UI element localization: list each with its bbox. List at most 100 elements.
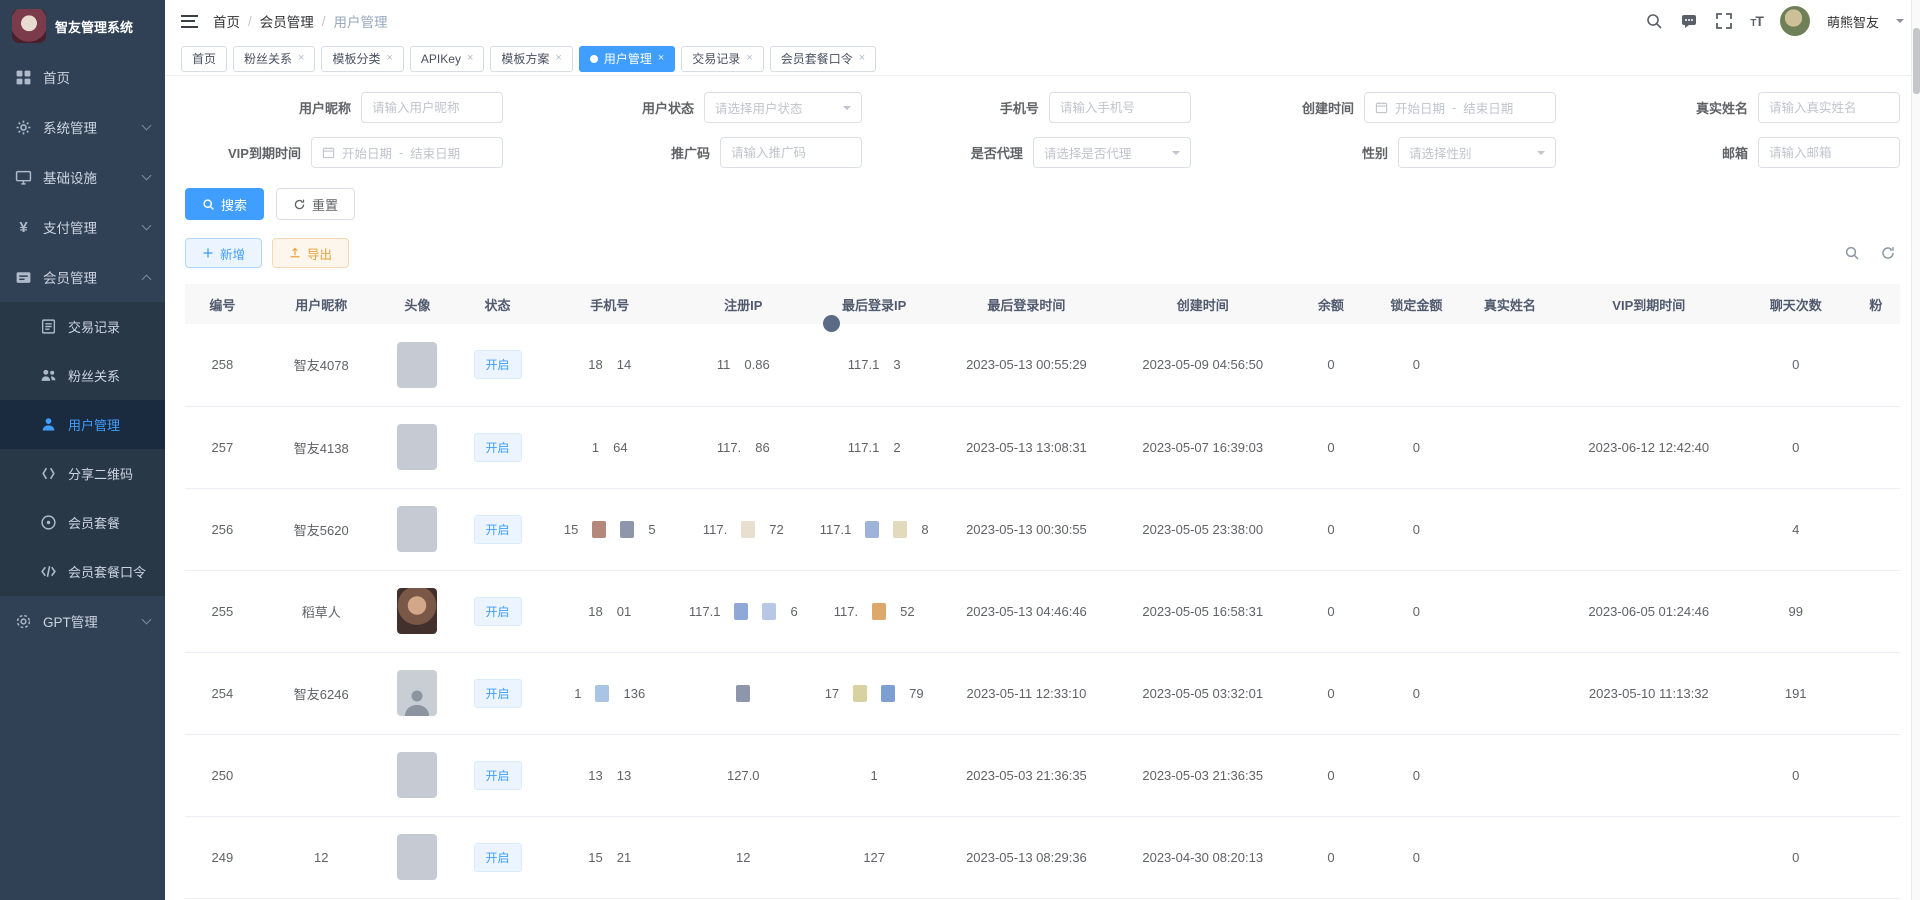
tab-会员套餐口令[interactable]: 会员套餐口令 ×	[770, 46, 876, 72]
cell-avatar	[383, 816, 452, 898]
tab-close-icon[interactable]: ×	[467, 53, 473, 64]
sidebar-subitem-code[interactable]: 会员套餐口令	[0, 547, 165, 596]
reset-button[interactable]: 重置	[276, 188, 355, 220]
filter-input[interactable]	[361, 92, 503, 123]
add-button[interactable]: 新增	[185, 238, 262, 268]
table-row[interactable]: 257智友4138开启164117.86117.122023-05-13 13:…	[185, 406, 1900, 488]
fullscreen-icon[interactable]	[1715, 12, 1733, 30]
sidebar-subitem-qrcode[interactable]: 分享二维码	[0, 449, 165, 498]
tab-用户管理[interactable]: 用户管理×	[579, 46, 675, 72]
sidebar-item-label: 基础设施	[43, 167, 97, 187]
filter-input[interactable]	[720, 137, 862, 168]
search-button[interactable]: 搜索	[185, 188, 264, 220]
page-scrollbar-thumb[interactable]	[1913, 28, 1920, 94]
table-body: 258智友4078开启1814110.86117.132023-05-13 00…	[185, 324, 1900, 898]
tab-交易记录[interactable]: 交易记录×	[681, 46, 763, 72]
value-fragment: 12	[736, 850, 750, 865]
sidebar-item-monitor[interactable]: 基础设施	[0, 152, 165, 202]
table-search-icon[interactable]	[1844, 245, 1860, 261]
column-header-真实姓名: 真实姓名	[1462, 284, 1558, 324]
table-row[interactable]: 255稻草人开启1801117.16117.522023-05-13 04:46…	[185, 570, 1900, 652]
sidebar-item-label: 交易记录	[68, 317, 120, 336]
sidebar-item-members[interactable]: 会员管理	[0, 252, 165, 302]
table-actions: 新增 导出	[185, 238, 1900, 268]
sidebar-subitem-record[interactable]: 交易记录	[0, 302, 165, 351]
sidebar-subitem-fans[interactable]: 粉丝关系	[0, 351, 165, 400]
table-row[interactable]: 256智友5620开启155117.72117.182023-05-13 00:…	[185, 488, 1900, 570]
cell-nickname: 12	[260, 816, 383, 898]
tab-首页[interactable]: 首页	[181, 46, 227, 72]
censor-block	[872, 603, 886, 620]
sidebar-collapse-icon[interactable]	[181, 15, 198, 28]
cell-locked-amount: 0	[1371, 570, 1462, 652]
sidebar-subitem-package[interactable]: 会员套餐	[0, 498, 165, 547]
cell-id: 254	[185, 652, 260, 734]
tab-close-icon[interactable]: ×	[555, 53, 561, 64]
cell-realname	[1462, 324, 1558, 406]
filter-input[interactable]	[1758, 92, 1900, 123]
sidebar-submenu: 交易记录粉丝关系用户管理分享二维码会员套餐会员套餐口令	[0, 302, 165, 596]
sidebar-item-yen[interactable]: ¥支付管理	[0, 202, 165, 252]
user-avatar[interactable]	[1780, 6, 1810, 36]
tab-模板方案[interactable]: 模板方案×	[490, 46, 572, 72]
filter-input-field[interactable]	[1769, 101, 1889, 115]
table-row[interactable]: 24912开启1521121272023-05-13 08:29:362023-…	[185, 816, 1900, 898]
value-fragment: 18	[588, 604, 602, 619]
filter-daterange[interactable]: 开始日期-结束日期	[311, 137, 503, 168]
tab-close-icon[interactable]: ×	[298, 53, 304, 64]
column-header-头像: 头像	[383, 284, 452, 324]
filter-input-field[interactable]	[1769, 146, 1889, 160]
filter-select[interactable]: 请选择是否代理	[1033, 137, 1191, 168]
filter-select[interactable]: 请选择用户状态	[704, 92, 862, 123]
filter-daterange[interactable]: 开始日期-结束日期	[1364, 92, 1556, 123]
table-row[interactable]: 258智友4078开启1814110.86117.132023-05-13 00…	[185, 324, 1900, 406]
filter-input-field[interactable]	[372, 101, 492, 115]
sidebar-item-label: 系统管理	[43, 117, 97, 137]
tab-close-icon[interactable]: ×	[746, 53, 752, 64]
filter-VIP到期时间: VIP到期时间开始日期-结束日期	[185, 137, 503, 168]
filter-label: 手机号	[1000, 98, 1039, 117]
filter-是否代理: 是否代理请选择是否代理	[888, 137, 1191, 168]
tab-label: 首页	[192, 50, 216, 67]
filter-label: 是否代理	[971, 143, 1023, 162]
breadcrumb: 首页/会员管理/用户管理	[213, 11, 388, 31]
sidebar-subitem-user[interactable]: 用户管理	[0, 400, 165, 449]
font-size-icon[interactable]: TT	[1750, 13, 1763, 29]
value-fragment: 15	[564, 522, 578, 537]
sidebar-item-dashboard[interactable]: 首页	[0, 52, 165, 102]
value-fragment: 117.1	[689, 604, 721, 619]
filter-input-field[interactable]	[1060, 101, 1180, 115]
tab-close-icon[interactable]: ×	[658, 53, 664, 64]
value-fragment: 86	[755, 440, 769, 455]
sidebar-item-gpt[interactable]: GPT管理	[0, 596, 165, 646]
tab-close-icon[interactable]: ×	[859, 53, 865, 64]
filter-select[interactable]: 请选择性别	[1398, 137, 1556, 168]
breadcrumb-item[interactable]: 首页	[213, 11, 240, 31]
message-icon[interactable]	[1680, 12, 1698, 30]
filter-input[interactable]	[1049, 92, 1191, 123]
page-scrollbar[interactable]	[1911, 0, 1920, 900]
tab-label: 会员套餐口令	[781, 50, 853, 67]
breadcrumb-item[interactable]: 会员管理	[260, 11, 314, 31]
daterange-start-placeholder: 开始日期	[1395, 98, 1445, 117]
table-row[interactable]: 250开启1313127.012023-05-03 21:36:352023-0…	[185, 734, 1900, 816]
user-menu-caret-icon[interactable]	[1896, 19, 1904, 27]
table-refresh-icon[interactable]	[1880, 245, 1896, 261]
table-row[interactable]: 254智友6246开启113617792023-05-11 12:33:1020…	[185, 652, 1900, 734]
sidebar-item-gear[interactable]: 系统管理	[0, 102, 165, 152]
tab-粉丝关系[interactable]: 粉丝关系×	[233, 46, 315, 72]
cell-vip-expire: 2023-06-05 01:24:46	[1558, 570, 1740, 652]
filter-input-field[interactable]	[731, 146, 851, 160]
value-fragment: 52	[900, 604, 914, 619]
cell-status: 开启	[452, 324, 543, 406]
tab-close-icon[interactable]: ×	[386, 53, 392, 64]
tab-APIKey[interactable]: APIKey×	[410, 46, 484, 72]
filter-form: 用户昵称用户状态请选择用户状态手机号创建时间开始日期-结束日期真实姓名VIP到期…	[185, 92, 1900, 168]
tab-模板分类[interactable]: 模板分类×	[321, 46, 403, 72]
value-fragment: 13	[588, 768, 602, 783]
filter-input[interactable]	[1758, 137, 1900, 168]
main-area: 首页/会员管理/用户管理 TT 萌熊智友 首页粉丝关系×模板分类×APIKey×…	[165, 0, 1920, 900]
export-button[interactable]: 导出	[272, 238, 349, 268]
search-icon[interactable]	[1645, 12, 1663, 30]
sidebar-item-label: 分享二维码	[68, 464, 133, 483]
